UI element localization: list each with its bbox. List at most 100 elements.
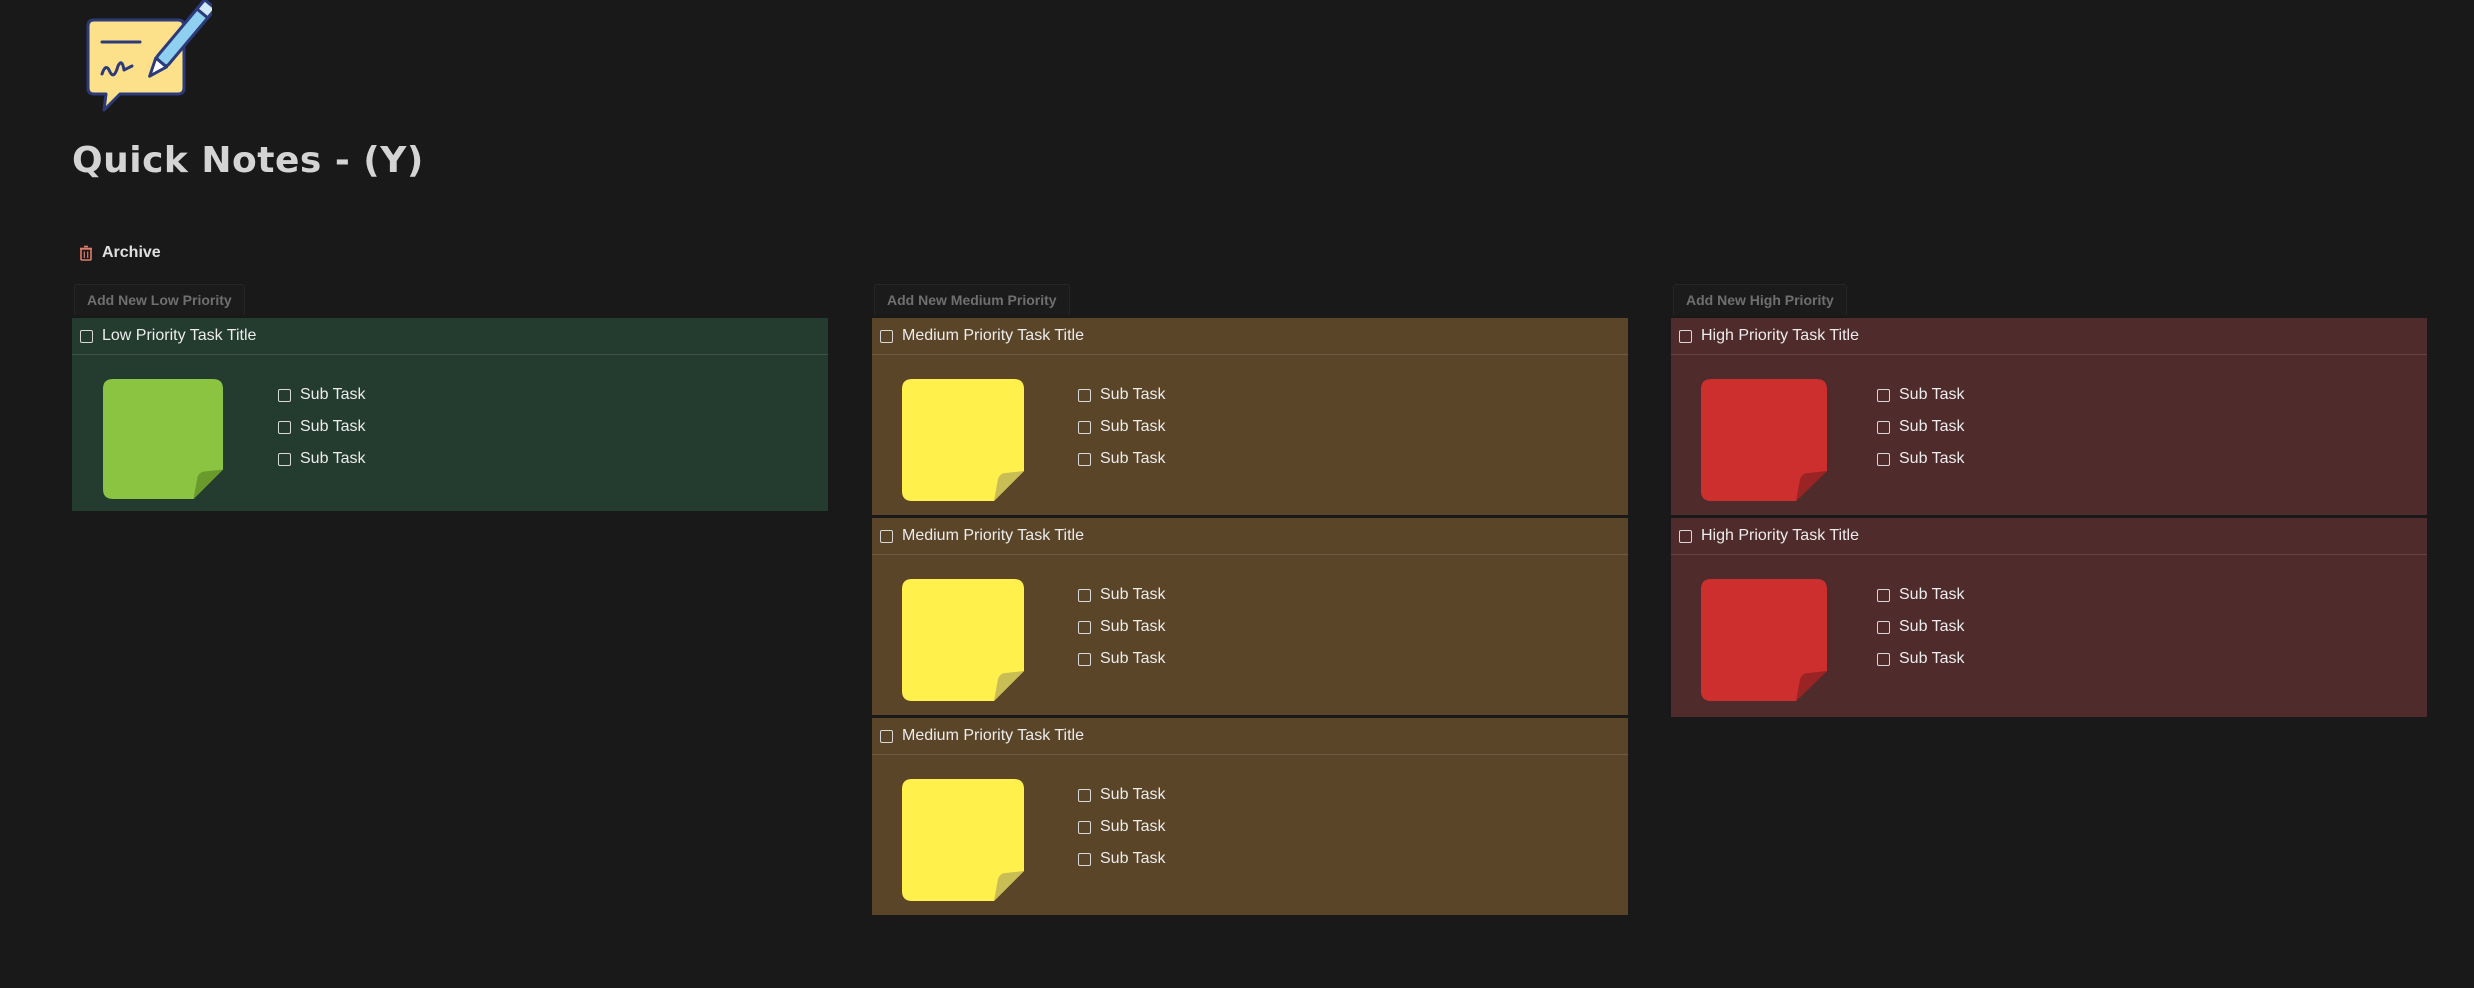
subtask-checkbox[interactable] (1078, 652, 1091, 666)
subtask-label: Sub Task (1100, 650, 1166, 667)
subtask-item[interactable]: Sub Task (1078, 579, 1166, 611)
task-checkbox[interactable] (880, 329, 893, 343)
card-title-row: Medium Priority Task Title (872, 318, 1628, 355)
archive-link[interactable]: Archive (78, 242, 161, 264)
subtask-list: Sub Task Sub Task Sub Task (1877, 579, 1965, 675)
task-title[interactable]: High Priority Task Title (1701, 327, 1859, 345)
medium-priority-column: Add New Medium Priority Medium Priority … (872, 284, 1628, 915)
card-body: Sub Task Sub Task Sub Task (872, 755, 1628, 915)
subtask-label: Sub Task (1899, 450, 1965, 467)
subtask-checkbox[interactable] (1078, 388, 1091, 402)
sticky-note-icon (1701, 379, 1827, 501)
task-card[interactable]: Medium Priority Task Title Sub Task Sub … (872, 718, 1628, 915)
low-priority-cards: Low Priority Task Title Sub Task Sub Tas… (72, 318, 828, 511)
card-body: Sub Task Sub Task Sub Task (1671, 555, 2427, 717)
card-body: Sub Task Sub Task Sub Task (872, 355, 1628, 515)
task-title[interactable]: High Priority Task Title (1701, 527, 1859, 545)
subtask-item[interactable]: Sub Task (278, 379, 366, 411)
subtask-item[interactable]: Sub Task (1877, 411, 1965, 443)
task-card[interactable]: High Priority Task Title Sub Task Sub Ta… (1671, 318, 2427, 518)
sticky-note-icon (1701, 579, 1827, 701)
subtask-item[interactable]: Sub Task (1877, 611, 1965, 643)
subtask-item[interactable]: Sub Task (1877, 643, 1965, 675)
card-body: Sub Task Sub Task Sub Task (72, 355, 828, 511)
subtask-item[interactable]: Sub Task (1078, 843, 1166, 875)
subtask-checkbox[interactable] (1877, 620, 1890, 634)
sticky-note-icon (902, 779, 1024, 901)
task-checkbox[interactable] (880, 729, 893, 743)
subtask-checkbox[interactable] (1877, 452, 1890, 466)
subtask-checkbox[interactable] (278, 452, 291, 466)
subtask-item[interactable]: Sub Task (1078, 779, 1166, 811)
subtask-checkbox[interactable] (1078, 620, 1091, 634)
task-card[interactable]: High Priority Task Title Sub Task Sub Ta… (1671, 518, 2427, 717)
subtask-list: Sub Task Sub Task Sub Task (1877, 379, 1965, 475)
card-title-row: High Priority Task Title (1671, 518, 2427, 555)
subtask-checkbox[interactable] (1078, 820, 1091, 834)
low-priority-column: Add New Low Priority Low Priority Task T… (72, 284, 828, 511)
add-medium-priority-button[interactable]: Add New Medium Priority (874, 284, 1070, 315)
card-title-row: Medium Priority Task Title (872, 718, 1628, 755)
subtask-checkbox[interactable] (278, 420, 291, 434)
subtask-label: Sub Task (1899, 650, 1965, 667)
task-card[interactable]: Medium Priority Task Title Sub Task Sub … (872, 318, 1628, 518)
subtask-item[interactable]: Sub Task (278, 443, 366, 475)
subtask-item[interactable]: Sub Task (278, 411, 366, 443)
subtask-label: Sub Task (300, 386, 366, 403)
task-checkbox[interactable] (1679, 329, 1692, 343)
subtask-label: Sub Task (1100, 618, 1166, 635)
subtask-item[interactable]: Sub Task (1078, 643, 1166, 675)
task-title[interactable]: Low Priority Task Title (102, 327, 256, 345)
subtask-label: Sub Task (1100, 586, 1166, 603)
subtask-label: Sub Task (1899, 386, 1965, 403)
subtask-list: Sub Task Sub Task Sub Task (1078, 379, 1166, 475)
subtask-item[interactable]: Sub Task (1078, 411, 1166, 443)
task-title[interactable]: Medium Priority Task Title (902, 527, 1084, 545)
subtask-checkbox[interactable] (1877, 420, 1890, 434)
sticky-note-icon (102, 379, 224, 499)
task-card[interactable]: Medium Priority Task Title Sub Task Sub … (872, 518, 1628, 718)
subtask-item[interactable]: Sub Task (1877, 579, 1965, 611)
subtask-item[interactable]: Sub Task (1078, 379, 1166, 411)
subtask-checkbox[interactable] (1078, 788, 1091, 802)
task-checkbox[interactable] (1679, 529, 1692, 543)
subtask-label: Sub Task (1100, 850, 1166, 867)
subtask-checkbox[interactable] (1078, 852, 1091, 866)
subtask-checkbox[interactable] (1078, 452, 1091, 466)
task-title[interactable]: Medium Priority Task Title (902, 727, 1084, 745)
sticky-note-icon (902, 379, 1024, 501)
subtask-checkbox[interactable] (1078, 420, 1091, 434)
subtask-label: Sub Task (1100, 386, 1166, 403)
subtask-label: Sub Task (1100, 418, 1166, 435)
subtask-list: Sub Task Sub Task Sub Task (1078, 779, 1166, 875)
card-title-row: Medium Priority Task Title (872, 518, 1628, 555)
subtask-item[interactable]: Sub Task (1078, 811, 1166, 843)
subtask-item[interactable]: Sub Task (1078, 611, 1166, 643)
task-title[interactable]: Medium Priority Task Title (902, 327, 1084, 345)
notepad-pencil-icon[interactable] (82, 0, 218, 118)
trash-icon (78, 245, 94, 261)
subtask-label: Sub Task (1899, 418, 1965, 435)
subtask-item[interactable]: Sub Task (1078, 443, 1166, 475)
subtask-list: Sub Task Sub Task Sub Task (278, 379, 366, 475)
subtask-checkbox[interactable] (1877, 652, 1890, 666)
subtask-checkbox[interactable] (1877, 388, 1890, 402)
subtask-label: Sub Task (300, 418, 366, 435)
archive-label: Archive (102, 244, 161, 261)
add-low-priority-button[interactable]: Add New Low Priority (74, 284, 245, 315)
task-checkbox[interactable] (80, 329, 93, 343)
task-card[interactable]: Low Priority Task Title Sub Task Sub Tas… (72, 318, 828, 511)
medium-priority-cards: Medium Priority Task Title Sub Task Sub … (872, 318, 1628, 915)
task-checkbox[interactable] (880, 529, 893, 543)
subtask-item[interactable]: Sub Task (1877, 379, 1965, 411)
subtask-checkbox[interactable] (1078, 588, 1091, 602)
subtask-checkbox[interactable] (278, 388, 291, 402)
subtask-item[interactable]: Sub Task (1877, 443, 1965, 475)
subtask-label: Sub Task (1899, 586, 1965, 603)
add-high-priority-button[interactable]: Add New High Priority (1673, 284, 1847, 315)
subtask-label: Sub Task (1100, 450, 1166, 467)
subtask-label: Sub Task (300, 450, 366, 467)
high-priority-cards: High Priority Task Title Sub Task Sub Ta… (1671, 318, 2427, 717)
subtask-checkbox[interactable] (1877, 588, 1890, 602)
page-title: Quick Notes - (Y) (72, 140, 424, 181)
